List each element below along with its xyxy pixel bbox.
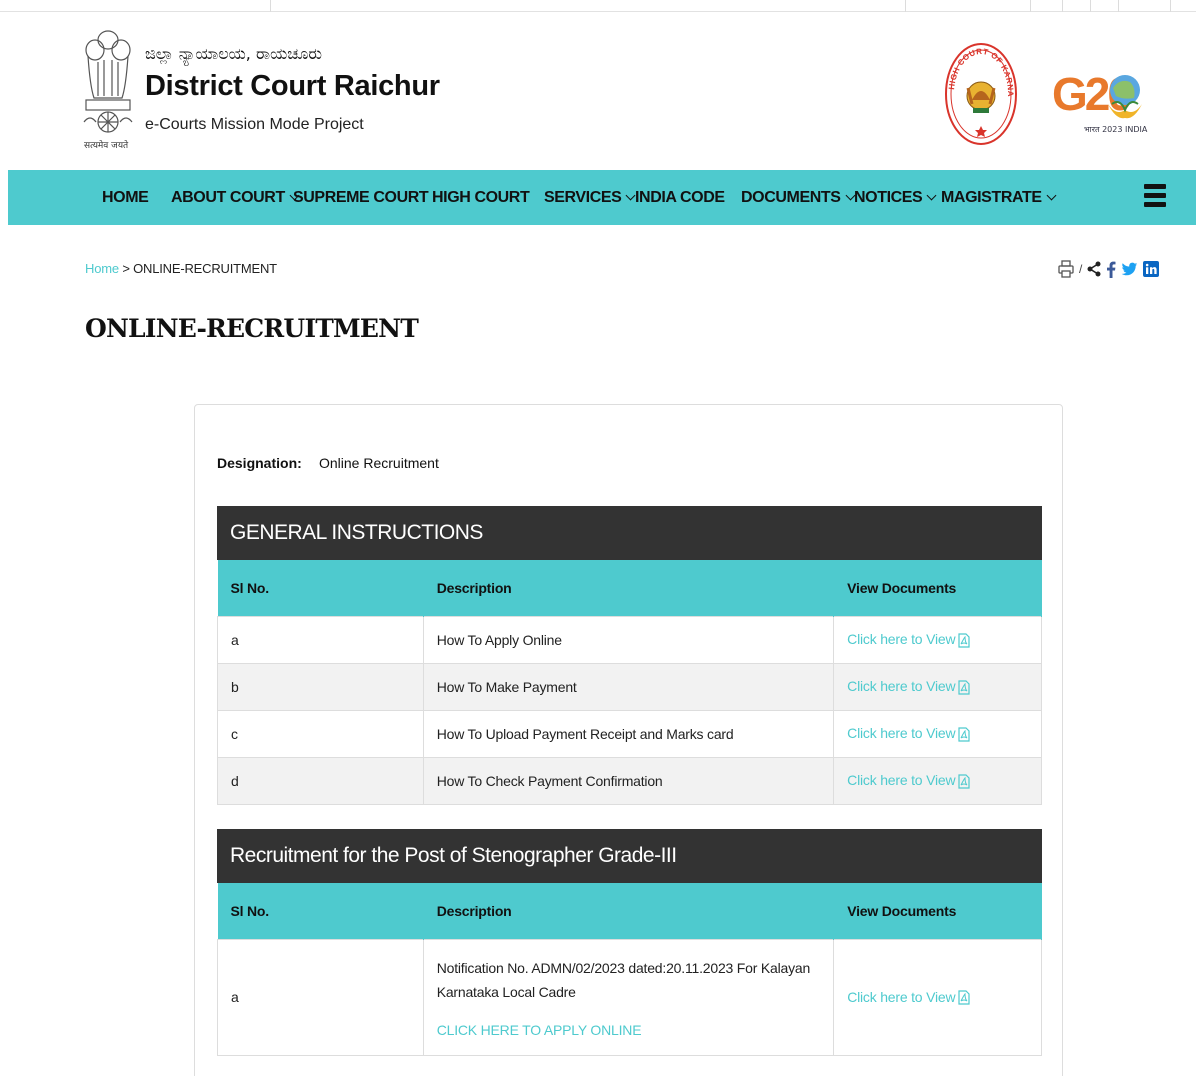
cell-description: How To Apply Online bbox=[422, 615, 835, 664]
emblem-icon bbox=[83, 30, 133, 133]
table-row: b How To Make Payment Click here to View bbox=[217, 662, 1042, 711]
top-border bbox=[0, 0, 1196, 12]
hamburger-menu-icon[interactable] bbox=[1144, 184, 1166, 210]
page-title: ONLINE-RECRUITMENT bbox=[85, 314, 419, 343]
designation-label: Designation: bbox=[217, 455, 302, 471]
view-document-link[interactable]: Click here to View bbox=[833, 709, 1042, 758]
view-document-link[interactable]: Click here to View bbox=[833, 938, 1042, 1056]
breadcrumb-current: ONLINE-RECRUITMENT bbox=[133, 261, 277, 276]
nav-about-label: ABOUT COURT bbox=[171, 189, 285, 206]
section-heading-general-instructions: GENERAL INSTRUCTIONS bbox=[217, 506, 1042, 560]
facebook-icon[interactable] bbox=[1106, 261, 1116, 278]
column-header-view-documents: View Documents bbox=[833, 883, 1042, 939]
nav-home-label: HOME bbox=[102, 189, 149, 206]
high-court-logo: HIGH COURT OF KARNATAKA bbox=[944, 42, 1017, 145]
designation-value: Online Recruitment bbox=[319, 455, 439, 471]
general-instructions-table: Sl No. Description View Documents a How … bbox=[217, 560, 1042, 805]
nav-documents-label: DOCUMENTS bbox=[741, 189, 841, 206]
nav-home[interactable]: HOME bbox=[102, 170, 149, 225]
pdf-icon bbox=[958, 680, 970, 695]
site-title[interactable]: District Court Raichur bbox=[145, 70, 440, 103]
g20-subtitle: भारत 2023 INDIA bbox=[1084, 125, 1148, 134]
table-header-row: Sl No. Description View Documents bbox=[217, 560, 1042, 616]
cell-description: Notification No. ADMN/02/2023 dated:20.1… bbox=[422, 938, 835, 1056]
nav-high-label: HIGH COURT bbox=[432, 189, 530, 206]
breadcrumb-home-link[interactable]: Home bbox=[85, 261, 119, 276]
nav-notices[interactable]: NOTICES bbox=[854, 170, 937, 225]
nav-notices-label: NOTICES bbox=[854, 189, 923, 206]
breadcrumb-separator: > bbox=[122, 261, 130, 276]
nav-magistrate-label: MAGISTRATE bbox=[941, 189, 1042, 206]
section-heading-stenographer: Recruitment for the Post of Stenographer… bbox=[217, 829, 1042, 883]
g20-logo: G20 भारत 2023 INDIA bbox=[1052, 68, 1148, 134]
share-toolbar: / bbox=[1058, 258, 1160, 280]
emblem-caption: सत्यमेव जयते bbox=[84, 141, 129, 151]
cell-description: How To Check Payment Confirmation bbox=[422, 756, 835, 805]
notification-text: Notification No. ADMN/02/2023 dated:20.1… bbox=[436, 960, 811, 1000]
cell-sl: a bbox=[217, 938, 424, 1056]
table-row: c How To Upload Payment Receipt and Mark… bbox=[217, 709, 1042, 758]
share-icon[interactable] bbox=[1087, 261, 1101, 277]
column-header-description: Description bbox=[423, 883, 835, 939]
nav-india-code[interactable]: INDIA CODE bbox=[635, 170, 725, 225]
table-row: a Notification No. ADMN/02/2023 dated:20… bbox=[217, 938, 1042, 1056]
column-header-sl-no: Sl No. bbox=[217, 560, 424, 616]
pdf-icon bbox=[958, 633, 970, 648]
chevron-down-icon bbox=[1046, 190, 1057, 201]
cell-sl: a bbox=[217, 615, 424, 664]
stenographer-recruitment-table: Sl No. Description View Documents a Noti… bbox=[217, 883, 1042, 1056]
recruitment-card: Designation: Online Recruitment GENERAL I… bbox=[194, 404, 1063, 1076]
cell-sl: c bbox=[217, 709, 424, 758]
cell-description: How To Upload Payment Receipt and Marks … bbox=[422, 709, 835, 758]
twitter-icon[interactable] bbox=[1121, 262, 1138, 277]
pdf-icon bbox=[958, 727, 970, 742]
pdf-icon bbox=[958, 990, 970, 1005]
main-navigation: HOME ABOUT COURT SUPREME COURT HIGH COUR… bbox=[8, 170, 1196, 225]
site-tagline: e-Courts Mission Mode Project bbox=[145, 116, 364, 133]
site-title-kannada: ಜಿಲ್ಲಾ ನ್ಯಾಯಾಲಯ, ರಾಯಚೂರು bbox=[145, 44, 322, 63]
linkedin-icon[interactable] bbox=[1143, 261, 1160, 277]
nav-india-code-label: INDIA CODE bbox=[635, 189, 725, 206]
pdf-icon bbox=[958, 774, 970, 789]
cell-description: How To Make Payment bbox=[422, 662, 835, 711]
view-link-label: Click here to View bbox=[847, 678, 956, 695]
cell-sl: d bbox=[217, 756, 424, 805]
view-document-link[interactable]: Click here to View bbox=[833, 615, 1042, 664]
column-header-description: Description bbox=[423, 560, 835, 616]
apply-online-link[interactable]: CLICK HERE TO APPLY ONLINE bbox=[437, 1022, 820, 1038]
nav-services[interactable]: SERVICES bbox=[544, 170, 636, 225]
breadcrumb: Home > ONLINE-RECRUITMENT bbox=[85, 261, 277, 276]
nav-supreme-label: SUPREME COURT bbox=[293, 189, 429, 206]
designation-row: Designation: Online Recruitment bbox=[217, 455, 439, 471]
view-document-link[interactable]: Click here to View bbox=[833, 756, 1042, 805]
site-header: सत्यमेव जयते ಜಿಲ್ಲಾ ನ್ಯಾಯಾಲಯ, ರಾಯಚೂರು Di… bbox=[0, 14, 1196, 170]
table-row: d How To Check Payment Confirmation Clic… bbox=[217, 756, 1042, 805]
share-divider: / bbox=[1079, 262, 1083, 276]
nav-magistrate[interactable]: MAGISTRATE bbox=[941, 170, 1057, 225]
nav-high-court[interactable]: HIGH COURT bbox=[432, 170, 530, 225]
view-link-label: Click here to View bbox=[847, 725, 956, 742]
column-header-sl-no: Sl No. bbox=[217, 883, 424, 939]
view-link-label: Click here to View bbox=[847, 631, 956, 648]
table-header-row: Sl No. Description View Documents bbox=[217, 883, 1042, 939]
view-link-label: Click here to View bbox=[847, 772, 956, 789]
cell-sl: b bbox=[217, 662, 424, 711]
view-link-label: Click here to View bbox=[847, 988, 956, 1005]
nav-about-court[interactable]: ABOUT COURT bbox=[171, 170, 300, 225]
nav-supreme-court[interactable]: SUPREME COURT bbox=[293, 170, 429, 225]
chevron-down-icon bbox=[926, 190, 937, 201]
column-header-view-documents: View Documents bbox=[833, 560, 1042, 616]
nav-services-label: SERVICES bbox=[544, 189, 622, 206]
print-icon[interactable] bbox=[1058, 260, 1074, 278]
table-row: a How To Apply Online Click here to View bbox=[217, 615, 1042, 664]
nav-documents[interactable]: DOCUMENTS bbox=[741, 170, 855, 225]
view-document-link[interactable]: Click here to View bbox=[833, 662, 1042, 711]
